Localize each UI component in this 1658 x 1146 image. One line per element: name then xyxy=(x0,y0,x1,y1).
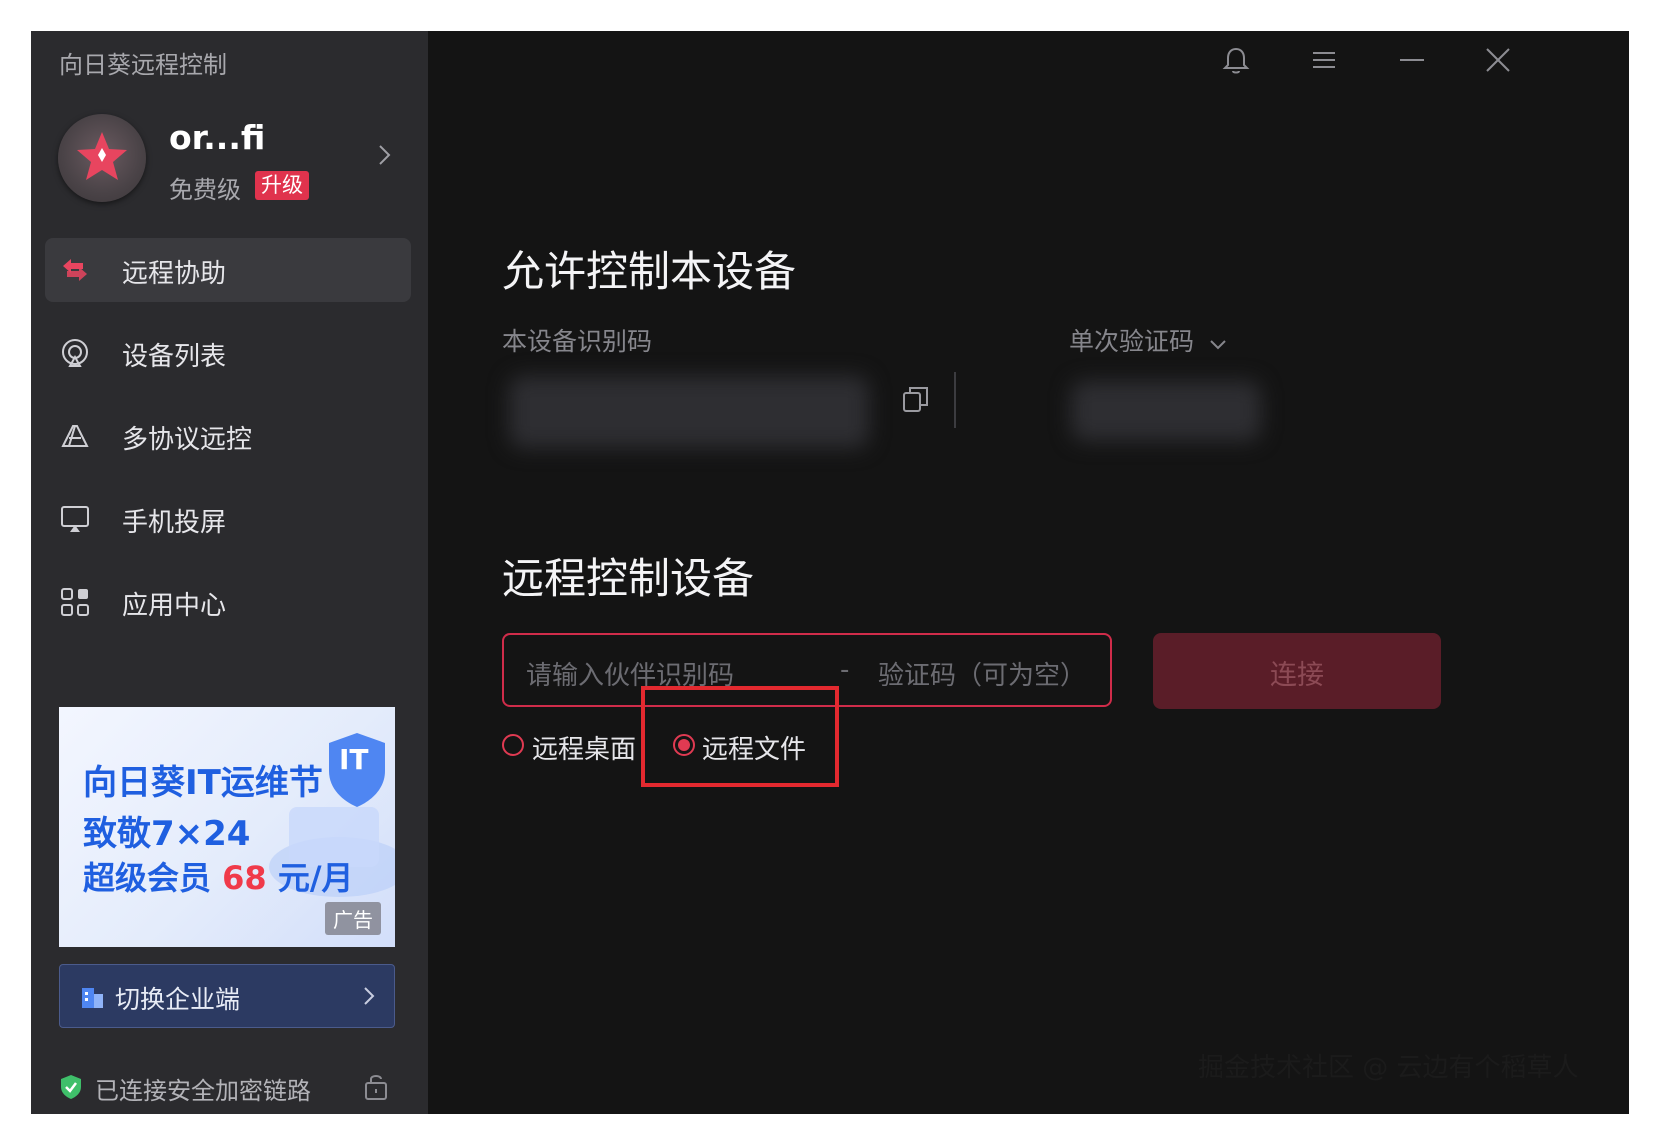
screen-cast-icon xyxy=(61,506,89,532)
radio-remote-desktop[interactable] xyxy=(502,734,524,756)
multi-protocol-icon xyxy=(61,425,89,447)
ad-headline: 向日葵IT运维节 xyxy=(83,763,323,803)
input-separator: - xyxy=(840,655,850,685)
app-title: 向日葵远程控制 xyxy=(59,51,227,79)
enterprise-label: 切换企业端 xyxy=(115,985,241,1014)
verification-code-blurred xyxy=(1071,381,1261,441)
ad-price: 68 xyxy=(222,859,267,897)
star-icon xyxy=(77,132,127,180)
app-window: 向日葵远程控制 or...fi 免费级 升级 远程协助 设备列表 多协议远控 手… xyxy=(31,31,1629,1114)
ad-offer: 超级会员 68 元/月 xyxy=(83,853,354,899)
sidebar-item-multi-protocol[interactable]: 多协议远控 xyxy=(45,404,411,468)
verify-mode-dropdown[interactable]: 单次验证码 xyxy=(1069,322,1228,358)
sidebar-item-remote-assist[interactable]: 远程协助 xyxy=(45,238,411,302)
lock-icon[interactable] xyxy=(363,1071,389,1101)
connect-button-label: 连接 xyxy=(1270,660,1324,691)
sidebar-item-label: 多协议远控 xyxy=(122,425,253,455)
menu-icon[interactable] xyxy=(1309,45,1339,75)
verification-code-input[interactable]: 验证码（可为空） xyxy=(878,655,1086,692)
security-status-text: 已连接安全加密链路 xyxy=(95,1077,311,1105)
sidebar-item-label: 远程协助 xyxy=(122,259,227,289)
device-id-value-blurred xyxy=(509,376,869,448)
account-tier: 免费级 xyxy=(169,176,241,204)
app-grid-icon xyxy=(61,588,89,616)
sidebar-item-device-list[interactable]: 设备列表 xyxy=(45,321,411,385)
device-id-label: 本设备识别码 xyxy=(502,327,653,356)
radio-remote-desktop-label[interactable]: 远程桌面 xyxy=(532,729,636,766)
chevron-right-icon[interactable] xyxy=(374,141,394,169)
device-list-icon xyxy=(62,339,88,367)
sidebar-item-label: 设备列表 xyxy=(122,342,227,372)
ad-badge: IT xyxy=(339,743,369,776)
allow-control-title: 允许控制本设备 xyxy=(502,247,797,296)
sidebar-item-label: 应用中心 xyxy=(122,591,227,621)
shield-check-icon xyxy=(61,1075,81,1099)
annotation-highlight-box xyxy=(641,686,839,787)
watermark: 掘金技术社区 @ 云边有个稻草人 xyxy=(1198,1053,1579,1083)
connect-button[interactable]: 连接 xyxy=(1153,633,1441,709)
upgrade-badge[interactable]: 升级 xyxy=(255,171,309,200)
sidebar-item-screen-cast[interactable]: 手机投屏 xyxy=(45,487,411,551)
ad-tag: 广告 xyxy=(325,902,381,935)
switch-enterprise-button[interactable]: 切换企业端 xyxy=(59,964,395,1028)
ad-offer-prefix: 超级会员 xyxy=(83,859,212,897)
chevron-down-icon xyxy=(1210,340,1226,350)
divider xyxy=(954,372,956,428)
copy-icon[interactable] xyxy=(901,384,931,414)
chevron-right-icon xyxy=(364,987,375,1005)
remote-assist-icon xyxy=(63,259,87,281)
minimize-icon[interactable] xyxy=(1397,45,1427,75)
sidebar: 向日葵远程控制 or...fi 免费级 升级 远程协助 设备列表 多协议远控 手… xyxy=(31,31,428,1114)
close-icon[interactable] xyxy=(1483,45,1513,75)
username: or...fi xyxy=(169,118,266,157)
sidebar-item-app-center[interactable]: 应用中心 xyxy=(45,570,411,634)
remote-control-title: 远程控制设备 xyxy=(502,554,755,603)
sidebar-item-label: 手机投屏 xyxy=(122,508,227,538)
bell-icon[interactable] xyxy=(1221,45,1251,75)
building-icon xyxy=(82,988,103,1008)
ad-offer-suffix: 元/月 xyxy=(277,859,354,897)
ad-subline: 致敬7×24 xyxy=(83,814,251,854)
avatar[interactable] xyxy=(58,114,146,202)
verify-mode-label: 单次验证码 xyxy=(1069,327,1195,356)
ad-banner[interactable]: IT 向日葵IT运维节 致敬7×24 超级会员 68 元/月 广告 xyxy=(59,707,395,947)
